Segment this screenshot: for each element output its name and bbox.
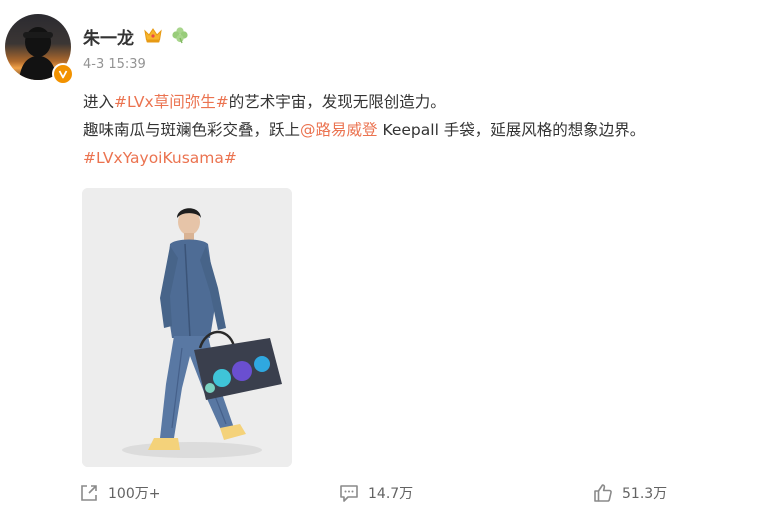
mention-link-louis-vuitton[interactable]: @路易威登 [300,121,378,139]
post-text-line-2: 趣味南瓜与斑斓色彩交叠，跃上@路易威登 Keepall 手袋，延展风格的想象边界… [83,116,763,144]
post-action-bar: 100万+ 14.7万 51.3万 [0,478,770,508]
topic-link-lv-kusama-cn[interactable]: #LVx草间弥生# [114,93,229,111]
comment-icon [340,485,358,502]
repost-button[interactable]: 100万+ [78,478,160,508]
post-timestamp[interactable]: 4-3 15:39 [83,57,146,72]
clover-icon[interactable] [171,26,189,44]
comment-count: 14.7万 [368,486,414,502]
text-segment: 趣味南瓜与斑斓色彩交叠，跃上 [83,121,301,139]
text-segment: Keepall 手袋，延展风格的想象边界。 [377,121,646,139]
post-text: 进入#LVx草间弥生#的艺术宇宙，发现无限创造力。 趣味南瓜与斑斓色彩交叠，跃上… [83,88,763,172]
repost-count: 100万+ [108,486,161,502]
thumbs-up-icon [594,484,612,502]
text-segment: 的艺术宇宙，发现无限创造力。 [228,93,446,111]
comment-button[interactable]: 14.7万 [338,478,413,508]
post-text-line-3: #LVxYayoiKusama# [83,144,763,172]
like-count: 51.3万 [622,486,668,502]
text-segment: 进入 [83,93,115,111]
topic-link-lv-yayoi-kusama[interactable]: #LVxYayoiKusama# [83,149,237,167]
post-text-line-1: 进入#LVx草间弥生#的艺术宇宙，发现无限创造力。 [83,88,763,116]
avatar[interactable] [5,14,74,85]
verified-icon [52,63,74,85]
crown-icon[interactable] [143,26,163,44]
post-image[interactable] [82,188,292,467]
share-icon [81,485,97,501]
like-button[interactable]: 51.3万 [592,478,667,508]
author-name[interactable]: 朱一龙 [83,24,134,49]
